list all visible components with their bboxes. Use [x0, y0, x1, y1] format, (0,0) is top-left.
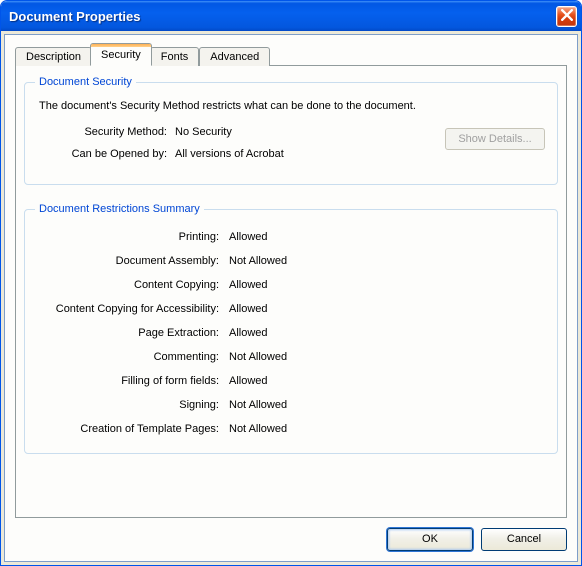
- restriction-value: Allowed: [229, 279, 268, 291]
- tab-security[interactable]: Security: [90, 43, 152, 66]
- restrictions-group: Document Restrictions Summary Printing:A…: [24, 203, 558, 454]
- security-method-label: Security Method:: [39, 126, 175, 138]
- document-security-group: Document Security The document's Securit…: [24, 76, 558, 185]
- window-title: Document Properties: [9, 9, 140, 24]
- ok-button[interactable]: OK: [387, 528, 473, 551]
- tab-description[interactable]: Description: [15, 47, 92, 66]
- restrictions-table: Printing:Allowed Document Assembly:Not A…: [39, 231, 543, 435]
- tab-fonts[interactable]: Fonts: [150, 47, 200, 66]
- restriction-label: Content Copying for Accessibility:: [39, 303, 229, 315]
- close-button[interactable]: [556, 6, 577, 27]
- tab-advanced[interactable]: Advanced: [199, 47, 270, 66]
- restriction-value: Allowed: [229, 327, 268, 339]
- close-icon: [561, 9, 573, 24]
- dialog-window: Document Properties Description Security…: [0, 0, 582, 566]
- tab-strip: Description Security Fonts Advanced: [15, 43, 567, 66]
- restriction-row: Content Copying:Allowed: [39, 279, 543, 291]
- restrictions-legend: Document Restrictions Summary: [35, 203, 204, 215]
- restriction-row: Content Copying for Accessibility:Allowe…: [39, 303, 543, 315]
- restriction-row: Commenting:Not Allowed: [39, 351, 543, 363]
- dialog-button-bar: OK Cancel: [15, 518, 567, 551]
- restriction-label: Page Extraction:: [39, 327, 229, 339]
- title-bar: Document Properties: [1, 1, 581, 31]
- restriction-label: Signing:: [39, 399, 229, 411]
- restriction-label: Content Copying:: [39, 279, 229, 291]
- restriction-value: Not Allowed: [229, 255, 287, 267]
- opened-by-label: Can be Opened by:: [39, 148, 175, 160]
- restriction-label: Printing:: [39, 231, 229, 243]
- restriction-label: Creation of Template Pages:: [39, 423, 229, 435]
- restriction-row: Creation of Template Pages:Not Allowed: [39, 423, 543, 435]
- restriction-value: Not Allowed: [229, 399, 287, 411]
- restriction-row: Document Assembly:Not Allowed: [39, 255, 543, 267]
- show-details-button: Show Details...: [445, 128, 545, 150]
- client-area: Description Security Fonts Advanced Docu…: [4, 34, 578, 562]
- restriction-row: Printing:Allowed: [39, 231, 543, 243]
- security-description: The document's Security Method restricts…: [39, 100, 543, 112]
- cancel-button[interactable]: Cancel: [481, 528, 567, 551]
- restriction-row: Filling of form fields:Allowed: [39, 375, 543, 387]
- restriction-row: Page Extraction:Allowed: [39, 327, 543, 339]
- restriction-value: Allowed: [229, 375, 268, 387]
- restriction-value: Allowed: [229, 231, 268, 243]
- restriction-value: Allowed: [229, 303, 268, 315]
- restriction-label: Filling of form fields:: [39, 375, 229, 387]
- restriction-label: Document Assembly:: [39, 255, 229, 267]
- restriction-value: Not Allowed: [229, 351, 287, 363]
- document-security-legend: Document Security: [35, 76, 136, 88]
- restriction-value: Not Allowed: [229, 423, 287, 435]
- restriction-row: Signing:Not Allowed: [39, 399, 543, 411]
- security-method-value[interactable]: No Security: [175, 126, 232, 138]
- restriction-label: Commenting:: [39, 351, 229, 363]
- opened-by-value: All versions of Acrobat: [175, 148, 284, 160]
- tab-panel-security: Document Security The document's Securit…: [15, 65, 567, 518]
